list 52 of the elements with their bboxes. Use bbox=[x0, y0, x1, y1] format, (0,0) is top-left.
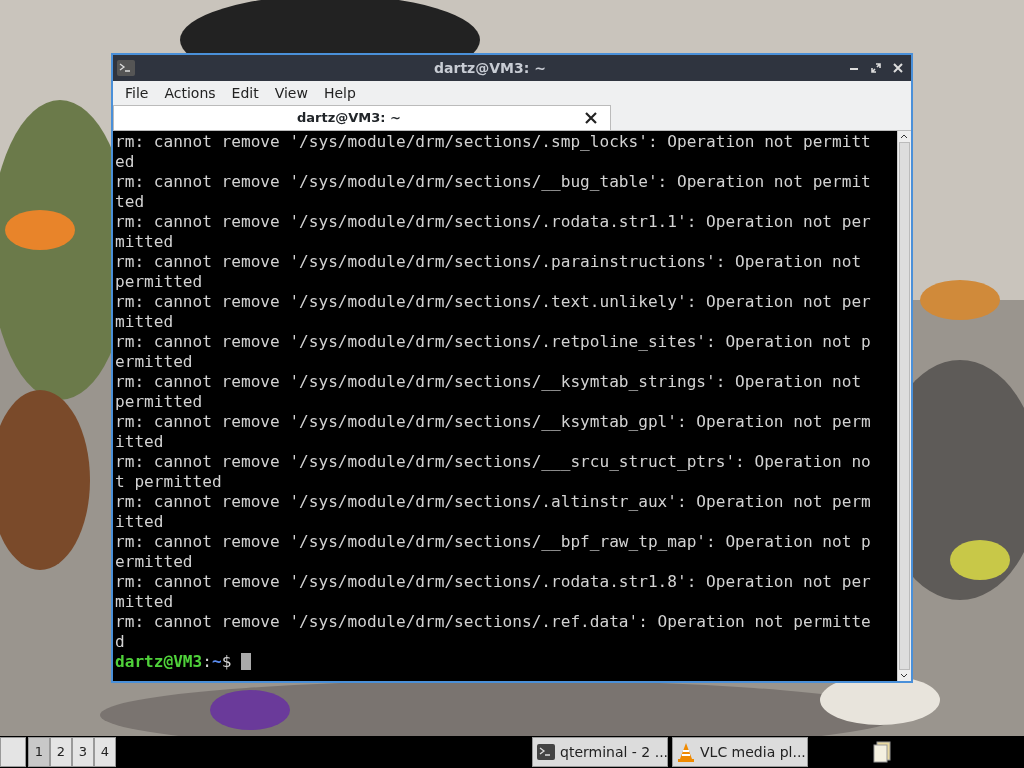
menu-item[interactable]: View bbox=[266, 81, 316, 105]
text-cursor bbox=[241, 653, 252, 670]
terminal-output-line: rm: cannot remove '/sys/module/drm/sections/.ref.data': Operation not permitte bbox=[115, 612, 872, 632]
terminal-output-line: ed bbox=[115, 152, 136, 172]
terminal-output-line: rm: cannot remove '/sys/module/drm/sections/.smp_locks': Operation not permitt bbox=[115, 132, 872, 152]
menu-item[interactable]: Edit bbox=[223, 81, 267, 105]
workspace-button[interactable]: 3 bbox=[72, 737, 94, 767]
terminal-output-line: rm: cannot remove '/sys/module/drm/sections/.altinstr_aux': Operation not perm bbox=[115, 492, 872, 512]
prompt-path: ~ bbox=[211, 652, 222, 671]
workspace-button[interactable]: 2 bbox=[50, 737, 72, 767]
menu-item[interactable]: Help bbox=[315, 81, 364, 105]
terminal-output-line: ermitted bbox=[115, 352, 194, 372]
terminal-output-line: t permitted bbox=[115, 472, 223, 492]
prompt-symbol: $ bbox=[221, 652, 232, 671]
terminal-output-line: permitted bbox=[115, 272, 204, 292]
scrollbar[interactable] bbox=[897, 131, 911, 681]
terminal-output-line: rm: cannot remove '/sys/module/drm/sections/.parainstructions': Operation not bbox=[115, 252, 863, 272]
terminal-output-line: ermitted bbox=[115, 552, 194, 572]
prompt-separator: : bbox=[202, 652, 212, 671]
terminal-icon bbox=[537, 744, 555, 760]
terminal-output-line: rm: cannot remove '/sys/module/drm/sections/.rodata.str1.1': Operation not per bbox=[115, 212, 872, 232]
prompt-user-host: dartz@VM3 bbox=[115, 652, 203, 671]
terminal-tab[interactable]: dartz@VM3: ~ bbox=[113, 105, 611, 130]
terminal-output-line: rm: cannot remove '/sys/module/drm/sections/__bpf_raw_tp_map': Operation not p bbox=[115, 532, 872, 552]
taskbar-task-button[interactable]: VLC media pl... bbox=[672, 737, 808, 767]
terminal-output-line: rm: cannot remove '/sys/module/drm/sections/__ksymtab_gpl': Operation not perm bbox=[115, 412, 872, 432]
terminal-output-line: rm: cannot remove '/sys/module/drm/sections/__ksymtab_strings': Operation not bbox=[115, 372, 863, 392]
taskbar-task-button[interactable]: qterminal - 2 ... bbox=[532, 737, 668, 767]
terminal-output-line: rm: cannot remove '/sys/module/drm/sections/___srcu_struct_ptrs': Operation no bbox=[115, 452, 872, 472]
window-title: dartz@VM3: ~ bbox=[433, 58, 547, 78]
terminal-icon bbox=[117, 60, 135, 76]
terminal-output-line: permitted bbox=[115, 392, 204, 412]
maximize-icon bbox=[871, 63, 881, 73]
terminal-output-line: rm: cannot remove '/sys/module/drm/sections/.retpoline_sites': Operation not p bbox=[115, 332, 872, 352]
close-icon bbox=[893, 63, 903, 73]
terminal-output-line: itted bbox=[115, 432, 165, 452]
menu-item[interactable]: File bbox=[117, 81, 157, 105]
close-icon[interactable] bbox=[584, 111, 598, 125]
terminal-output-line: mitted bbox=[115, 232, 175, 252]
terminal-output-line: rm: cannot remove '/sys/module/drm/sections/__bug_table': Operation not permit bbox=[115, 172, 872, 192]
terminal-output-line: rm: cannot remove '/sys/module/drm/sections/.rodata.str1.8': Operation not per bbox=[115, 572, 872, 592]
traffic-cone-icon bbox=[677, 742, 695, 762]
menu-item[interactable]: Actions bbox=[156, 81, 224, 105]
workspace-button[interactable]: 4 bbox=[94, 737, 116, 767]
terminal-output-line: itted bbox=[115, 512, 165, 532]
terminal-output-line: mitted bbox=[115, 312, 175, 332]
terminal-output-line: ted bbox=[115, 192, 146, 212]
terminal-output-line: mitted bbox=[115, 592, 175, 612]
workspace-button[interactable]: 1 bbox=[28, 737, 50, 767]
terminal-output-line: d bbox=[115, 632, 126, 652]
clipboard-icon[interactable] bbox=[872, 741, 892, 763]
terminal-output-line: rm: cannot remove '/sys/module/drm/sections/.text.unlikely': Operation not per bbox=[115, 292, 872, 312]
